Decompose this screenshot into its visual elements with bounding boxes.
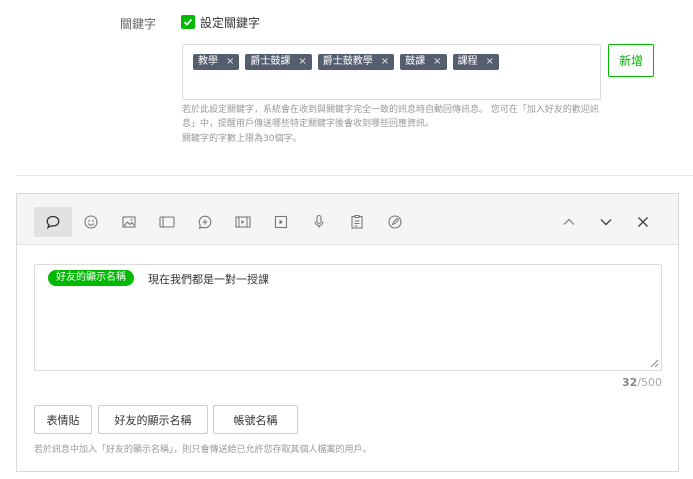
tag-remove-icon[interactable]: × [433, 54, 441, 70]
character-counter: 32/500 [617, 376, 662, 389]
sticker-icon[interactable] [186, 207, 224, 237]
message-text: 現在我們都是一對一授課 [148, 273, 269, 286]
clipboard-icon[interactable] [338, 207, 376, 237]
editor-footnote: 若於訊息中加入「好友的顯示名稱」，則只會傳送給已允許您存取其個人檔案的用戶。 [34, 445, 372, 455]
keyword-tag: 課程 × [452, 54, 499, 70]
tag-label: 教學 [198, 56, 218, 67]
insert-friend-name-button[interactable]: 好友的顯示名稱 [98, 405, 208, 434]
message-editor: 好友的顯示名稱 現在我們都是一對一授課 32/500 表情貼 好友的顯示名稱 帳… [16, 193, 679, 472]
play-icon[interactable] [262, 207, 300, 237]
microphone-icon[interactable] [300, 207, 338, 237]
tag-remove-icon[interactable]: × [486, 54, 494, 70]
insert-emoji-button[interactable]: 表情貼 [34, 405, 92, 434]
tag-label: 爵士鼓課 [250, 56, 291, 67]
checkmark-icon [183, 18, 193, 26]
chevron-down-icon[interactable] [587, 207, 625, 237]
keyword-hint-line-2: 息」中，提醒用戶傳送哪些特定關鍵字後會收到哪些回應資訊。 [182, 119, 435, 129]
tag-remove-icon[interactable]: × [381, 54, 389, 70]
keyword-tag: 教學 × [193, 54, 240, 70]
tag-remove-icon[interactable]: × [298, 54, 306, 70]
tag-label: 課程 [457, 56, 478, 67]
friend-name-chip[interactable]: 好友的顯示名稱 [48, 270, 134, 286]
keyword-checkbox-label[interactable]: 設定關鍵字 [200, 14, 260, 31]
keyword-checkbox[interactable] [181, 15, 195, 29]
character-count: 32 [621, 376, 638, 389]
keyword-tag: 爵士鼓課 × [245, 54, 312, 70]
chevron-up-icon[interactable] [550, 207, 588, 237]
tag-label: 爵士鼓教學 [322, 56, 373, 67]
keyword-tag: 鼓課 × [400, 54, 447, 70]
speech-bubble-icon[interactable] [34, 207, 72, 237]
keyword-tag-input[interactable]: 教學 × 爵士鼓課 × 爵士鼓教學 × 鼓課 × 課程 × [182, 44, 601, 100]
keyword-tag: 爵士鼓教學 × [317, 54, 395, 70]
editor-toolbar [17, 194, 678, 245]
close-icon[interactable] [624, 207, 662, 237]
emoji-icon[interactable] [72, 207, 110, 237]
pen-icon[interactable] [376, 207, 414, 237]
add-keyword-button[interactable]: 新增 [608, 44, 654, 77]
character-limit: /500 [637, 376, 662, 389]
resize-handle-icon[interactable] [650, 359, 659, 368]
card-icon[interactable] [148, 207, 186, 237]
video-icon[interactable] [224, 207, 262, 237]
keyword-hint-line-3: 關鍵字的字數上限為30個字。 [182, 134, 302, 144]
keyword-label: 關鍵字 [120, 17, 157, 31]
tag-label: 鼓課 [405, 56, 426, 67]
keyword-hint-line-1: 若於此設定關鍵字，系統會在收到與關鍵字完全一致的訊息時自動回傳訊息。 您可在「加… [182, 105, 599, 115]
image-icon[interactable] [110, 207, 148, 237]
section-divider [16, 175, 693, 176]
insert-account-name-button[interactable]: 帳號名稱 [213, 405, 298, 434]
keyword-tag-list: 教學 × 爵士鼓課 × 爵士鼓教學 × 鼓課 × 課程 × [193, 54, 499, 70]
message-textarea[interactable]: 好友的顯示名稱 現在我們都是一對一授課 [34, 264, 662, 371]
tag-remove-icon[interactable]: × [226, 54, 234, 70]
